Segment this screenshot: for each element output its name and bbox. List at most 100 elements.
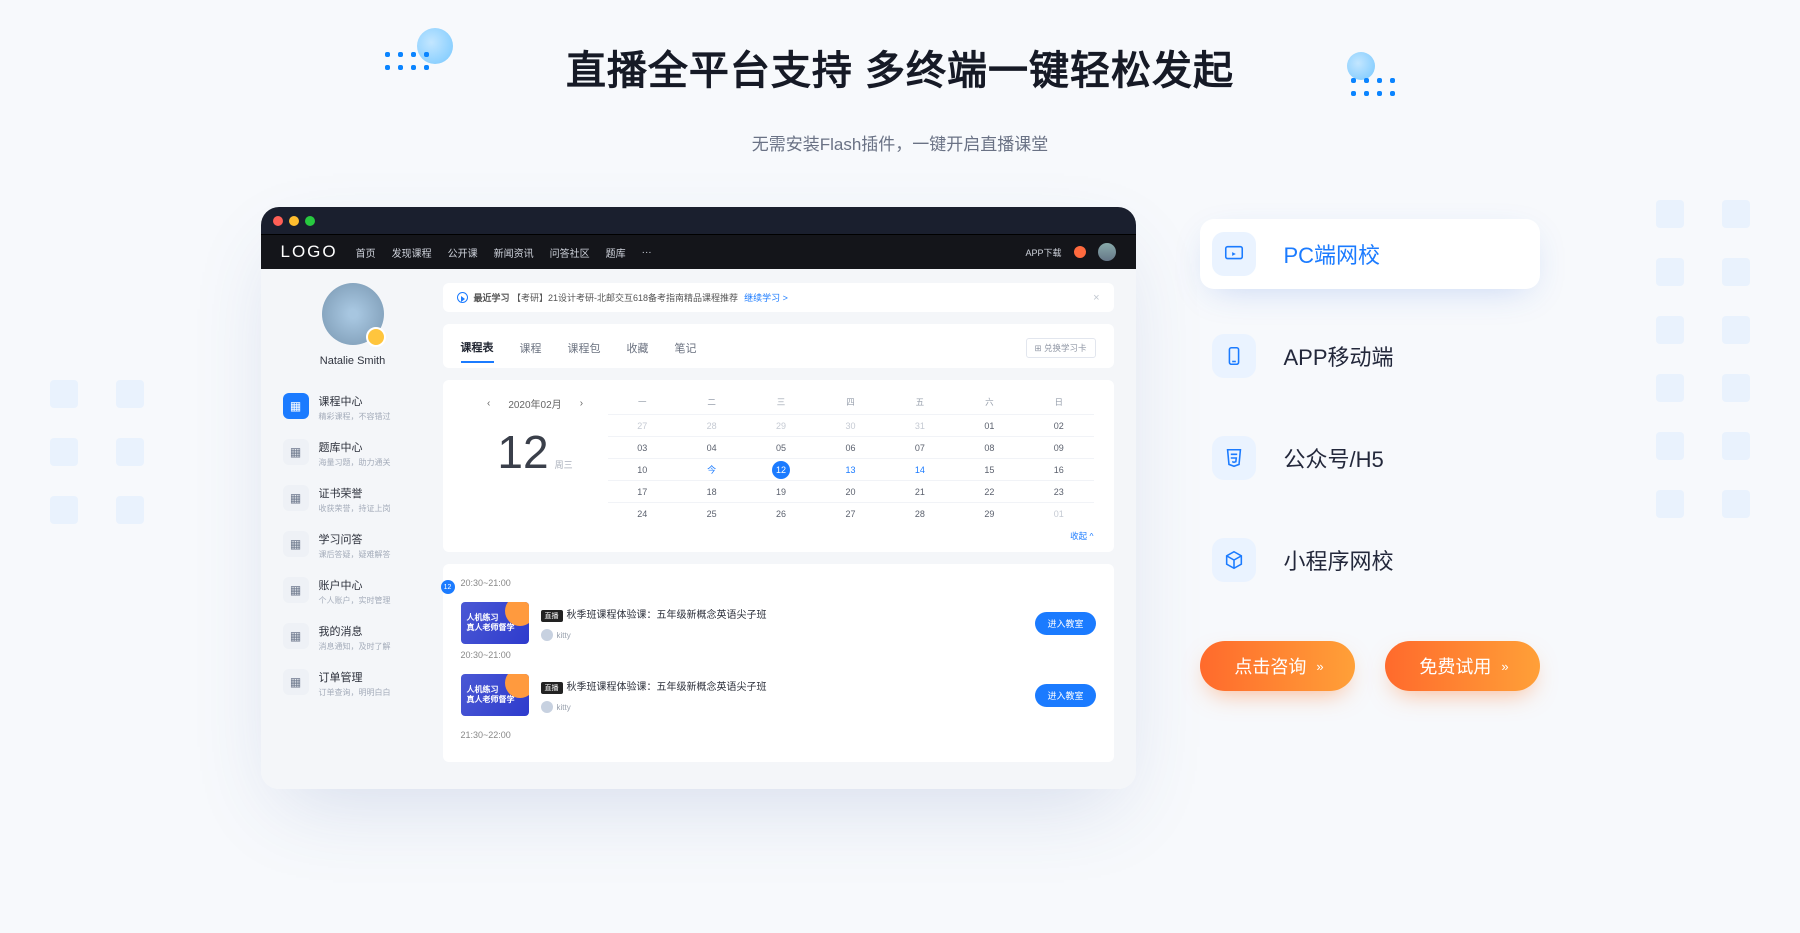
nav-item[interactable]: 问答社区	[550, 245, 590, 260]
calendar-cell[interactable]: 05	[746, 436, 815, 458]
collapse-calendar[interactable]: 收起 ^	[463, 530, 1094, 542]
feature-miniprogram[interactable]: 小程序网校	[1200, 525, 1540, 595]
nav-more[interactable]: ···	[642, 247, 652, 258]
feature-h5[interactable]: 公众号/H5	[1200, 423, 1540, 493]
nav-item[interactable]: 公开课	[448, 245, 478, 260]
consult-button[interactable]: 点击咨询»	[1200, 641, 1355, 691]
calendar-cell[interactable]: 12	[746, 458, 815, 480]
weekday: 三	[746, 396, 815, 408]
calendar-cell[interactable]: 09	[1024, 436, 1093, 458]
calendar-cell[interactable]: 29	[955, 502, 1024, 524]
decor-squares	[1656, 200, 1750, 518]
continue-study-link[interactable]: 继续学习 >	[744, 291, 788, 304]
course-thumbnail: 人机练习真人老师督学	[461, 674, 529, 716]
tabs: 课程表 课程 课程包 收藏 笔记 ⊞ 兑换学习卡	[443, 324, 1114, 368]
sidebar-item[interactable]: ▦课程中心精彩课程，不容错过	[283, 389, 423, 426]
hero-subtitle: 无需安装Flash插件，一键开启直播课堂	[0, 130, 1800, 155]
tab-package[interactable]: 课程包	[568, 340, 601, 356]
calendar-cell[interactable]: 06	[816, 436, 885, 458]
avatar[interactable]	[1098, 243, 1116, 261]
menu-subtitle: 课后答疑，疑难解答	[319, 549, 391, 560]
feature-app[interactable]: APP移动端	[1200, 321, 1540, 391]
sidebar-item[interactable]: ▦订单管理订单查询，明明白白	[283, 665, 423, 702]
avatar-large[interactable]	[322, 283, 384, 345]
calendar-cell[interactable]: 17	[608, 480, 677, 502]
html5-icon	[1212, 436, 1256, 480]
tab-course[interactable]: 课程	[520, 340, 542, 356]
calendar-cell[interactable]: 25	[677, 502, 746, 524]
sidebar: Natalie Smith ▦课程中心精彩课程，不容错过▦题库中心海量习题，助力…	[283, 283, 423, 771]
calendar-cell[interactable]: 31	[885, 414, 954, 436]
app-download[interactable]: APP下载	[1025, 246, 1061, 259]
calendar-cell[interactable]: 28	[885, 502, 954, 524]
calendar-cell[interactable]: 01	[1024, 502, 1093, 524]
decor-dots	[385, 52, 429, 70]
nav-item[interactable]: 发现课程	[392, 245, 432, 260]
calendar-cell[interactable]: 04	[677, 436, 746, 458]
current-month: 2020年02月	[508, 396, 561, 411]
calendar-cell[interactable]: 16	[1024, 458, 1093, 480]
calendar-cell[interactable]: 24	[608, 502, 677, 524]
feature-label: 公众号/H5	[1284, 442, 1384, 474]
sidebar-item[interactable]: ▦题库中心海量习题，助力通关	[283, 435, 423, 472]
calendar-cell[interactable]: 22	[955, 480, 1024, 502]
tab-favorite[interactable]: 收藏	[627, 340, 649, 356]
calendar-cell[interactable]: 03	[608, 436, 677, 458]
enter-classroom-button[interactable]: 进入教室	[1035, 684, 1095, 707]
feature-pc[interactable]: PC端网校	[1200, 219, 1540, 289]
course-title: 秋季班课程体验课：五年级新概念英语尖子班	[567, 610, 767, 621]
calendar-cell[interactable]: 01	[955, 414, 1024, 436]
nav-item[interactable]: 首页	[356, 245, 376, 260]
menu-title: 账户中心	[319, 577, 391, 593]
decor-dots	[1351, 78, 1395, 96]
menu-icon: ▦	[283, 623, 309, 649]
calendar-cell[interactable]: 08	[955, 436, 1024, 458]
maximize-icon[interactable]	[305, 216, 315, 226]
notification-icon[interactable]	[1074, 246, 1086, 258]
schedule-block: 12 20:30~21:00人机练习真人老师督学直播秋季班课程体验课：五年级新概…	[443, 564, 1114, 762]
prev-month[interactable]: ‹	[487, 398, 490, 409]
free-trial-button[interactable]: 免费试用»	[1385, 641, 1540, 691]
sidebar-item[interactable]: ▦学习问答课后答疑，疑难解答	[283, 527, 423, 564]
close-icon[interactable]	[273, 216, 283, 226]
calendar-cell[interactable]: 14	[885, 458, 954, 480]
calendar-cell[interactable]: 今	[677, 458, 746, 480]
minimize-icon[interactable]	[289, 216, 299, 226]
menu-subtitle: 消息通知，及时了解	[319, 641, 391, 652]
redeem-card-button[interactable]: ⊞ 兑换学习卡	[1026, 338, 1096, 358]
calendar-cell[interactable]: 21	[885, 480, 954, 502]
calendar-cell[interactable]: 07	[885, 436, 954, 458]
calendar-cell[interactable]: 26	[746, 502, 815, 524]
decor-blob	[1347, 52, 1375, 80]
calendar-cell[interactable]: 15	[955, 458, 1024, 480]
calendar-cell[interactable]: 02	[1024, 414, 1093, 436]
calendar-cell[interactable]: 20	[816, 480, 885, 502]
next-month[interactable]: ›	[580, 398, 583, 409]
menu-title: 题库中心	[319, 439, 391, 455]
menu-icon: ▦	[283, 485, 309, 511]
calendar-cell[interactable]: 28	[677, 414, 746, 436]
enter-classroom-button[interactable]: 进入教室	[1035, 612, 1095, 635]
sidebar-item[interactable]: ▦我的消息消息通知，及时了解	[283, 619, 423, 656]
notice-text: 【考研】21设计考研-北邮交互618备考指南精品课程推荐	[512, 291, 738, 304]
nav-item[interactable]: 题库	[606, 245, 626, 260]
calendar-cell[interactable]: 23	[1024, 480, 1093, 502]
calendar-cell[interactable]: 19	[746, 480, 815, 502]
close-icon[interactable]: ×	[1093, 292, 1099, 304]
sidebar-item[interactable]: ▦证书荣誉收获荣誉，持证上岗	[283, 481, 423, 518]
sidebar-item[interactable]: ▦账户中心个人账户，实时管理	[283, 573, 423, 610]
calendar-cell[interactable]: 27	[816, 502, 885, 524]
tab-schedule[interactable]: 课程表	[461, 339, 494, 363]
menu-icon: ▦	[283, 439, 309, 465]
calendar-cell[interactable]: 18	[677, 480, 746, 502]
calendar-cell[interactable]: 13	[816, 458, 885, 480]
calendar: ‹2020年02月› 12周三 一二三四五六日 2728293031010203…	[443, 380, 1114, 552]
calendar-cell[interactable]: 29	[746, 414, 815, 436]
calendar-cell[interactable]: 30	[816, 414, 885, 436]
calendar-cell[interactable]: 27	[608, 414, 677, 436]
tab-notes[interactable]: 笔记	[675, 340, 697, 356]
weekday: 四	[816, 396, 885, 408]
calendar-cell[interactable]: 10	[608, 458, 677, 480]
menu-title: 证书荣誉	[319, 485, 391, 501]
nav-item[interactable]: 新闻资讯	[494, 245, 534, 260]
